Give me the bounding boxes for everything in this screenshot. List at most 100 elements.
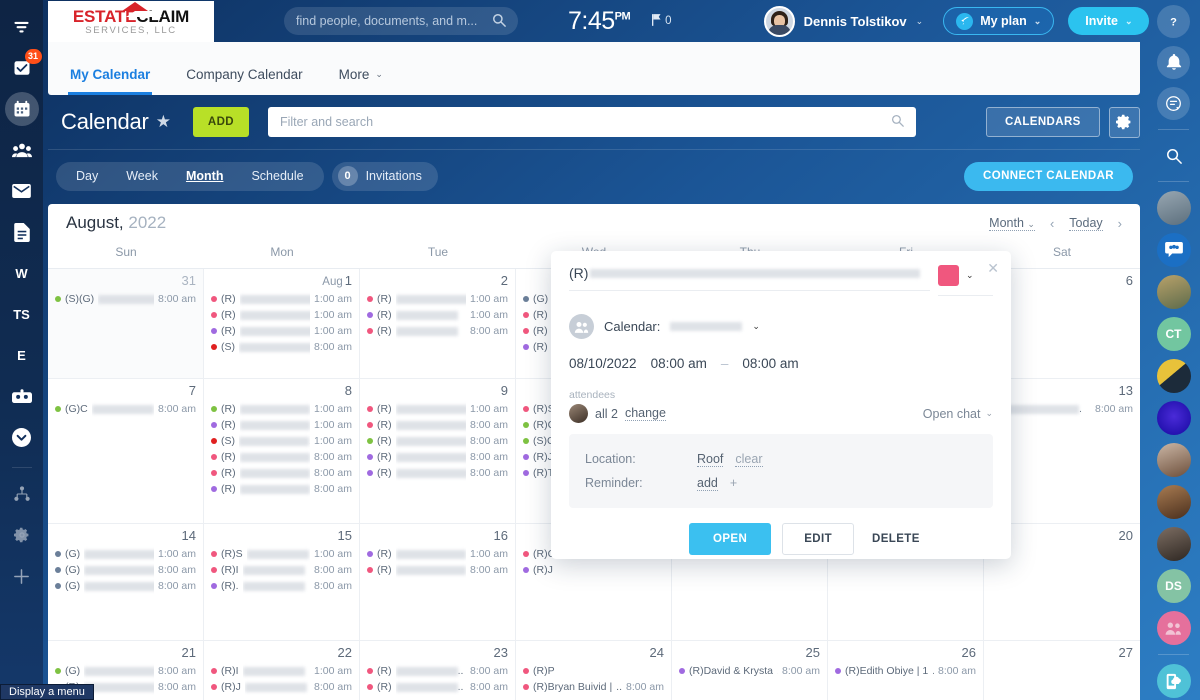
attendees-change-link[interactable]: change: [624, 406, 666, 421]
calendar-event[interactable]: (R) 8:00 am: [367, 449, 508, 465]
calendar-event[interactable]: (R) 8:00 am: [367, 417, 508, 433]
contact-avatar[interactable]: [1156, 401, 1191, 435]
calendar-event[interactable]: (R)J: [523, 562, 664, 578]
sidebar-item-calendar[interactable]: [4, 92, 39, 126]
calendar-event[interactable]: (R) 1:00 am: [211, 401, 352, 417]
calendar-day-cell[interactable]: 7 (G)C|.. 8:00 am: [48, 379, 204, 523]
tab-my-calendar[interactable]: My Calendar: [67, 67, 153, 95]
view-schedule[interactable]: Schedule: [237, 169, 317, 183]
today-button[interactable]: Today: [1069, 216, 1103, 231]
calendar-event[interactable]: (G).8:00 am: [55, 578, 196, 594]
user-menu[interactable]: Dennis Tolstikov ⌄: [763, 5, 923, 37]
calendar-event[interactable]: (R) 8:00 am: [367, 433, 508, 449]
event-title-input[interactable]: (R): [569, 265, 930, 291]
location-value[interactable]: Roof: [697, 452, 724, 467]
star-icon[interactable]: ★: [156, 112, 171, 132]
calendar-event[interactable]: (R)I 8:00 am: [211, 562, 352, 578]
contact-avatar-ct[interactable]: CT: [1156, 317, 1191, 351]
documents-icon[interactable]: [5, 215, 39, 249]
group-chat-avatar[interactable]: [1156, 233, 1191, 267]
calendar-event[interactable]: (R).. 8:00 am: [367, 679, 508, 695]
contacts-icon[interactable]: [5, 133, 39, 167]
contact-avatar[interactable]: [1156, 485, 1191, 519]
open-chat-button[interactable]: Open chat ⌄: [923, 407, 993, 421]
calendar-event[interactable]: (R)...1:00 am: [211, 323, 352, 339]
calendar-day-cell[interactable]: 25 (R)David & Krysta... 8:00 am: [672, 641, 828, 700]
calendar-event[interactable]: (R).. 8:00 am: [367, 663, 508, 679]
contact-avatar[interactable]: [1156, 191, 1191, 225]
flag-counter[interactable]: 0: [652, 13, 672, 29]
calendar-event[interactable]: (R)J 8:00 am: [211, 679, 352, 695]
view-week[interactable]: Week: [112, 169, 172, 183]
gear-icon[interactable]: [1108, 106, 1140, 138]
calendar-event[interactable]: (R)I 1:00 am: [211, 663, 352, 679]
calendar-day-cell[interactable]: 26 (R)Edith Obiye | 1... 8:00 am: [828, 641, 984, 700]
calendar-event[interactable]: (R) 1:00 am: [367, 307, 508, 323]
filter-search-input[interactable]: Filter and search: [267, 107, 916, 137]
range-selector[interactable]: Month ⌄: [989, 216, 1035, 231]
add-plus-icon[interactable]: [5, 559, 39, 593]
event-calendar-row[interactable]: Calendar: ⌄: [569, 314, 993, 339]
calendar-day-cell[interactable]: 15 (R)S 1:00 am (R)I 8:00 am (R). 8:00 am: [204, 524, 360, 640]
mobile-app-icon[interactable]: [1156, 664, 1191, 698]
bot-icon[interactable]: [5, 379, 39, 413]
chat-icon[interactable]: [1157, 87, 1190, 120]
calendar-day-cell[interactable]: 16 (R) 1:00 am (R) 8:00 am: [360, 524, 516, 640]
calendar-event[interactable]: (R) 8:00 am: [211, 481, 352, 497]
tasks-icon[interactable]: 31: [5, 49, 42, 85]
global-search-input[interactable]: find people, documents, and m...: [284, 7, 518, 35]
calendar-event[interactable]: (G)C|.. 8:00 am: [55, 401, 196, 417]
calendar-day-cell[interactable]: 31 (S)(G)..8:00 am: [48, 269, 204, 378]
calendar-day-cell[interactable]: 14(G).1:00 am(G)8:00 am(G).8:00 am: [48, 524, 204, 640]
tab-company-calendar[interactable]: Company Calendar: [186, 67, 302, 95]
calendar-day-cell[interactable]: 9 (R) 1:00 am (R) 8:00 am (R) 8:00 am (R) 8:00 a…: [360, 379, 516, 523]
view-day[interactable]: Day: [62, 169, 112, 183]
calendar-event[interactable]: (S)(G)..8:00 am: [55, 291, 196, 307]
contact-avatar[interactable]: [1156, 275, 1191, 309]
calendar-day-cell[interactable]: 2(R)..1:00 am(R)1:00 am(R)8:00 am: [360, 269, 516, 378]
mail-icon[interactable]: [5, 174, 39, 208]
company-logo[interactable]: ESTATECLAIM SERVICES, LLC: [48, 0, 214, 42]
calendar-event[interactable]: (G)..8:00 am: [55, 663, 196, 679]
contact-avatar[interactable]: [1156, 359, 1191, 393]
calendar-event[interactable]: (G) 8:00 am: [55, 562, 196, 578]
my-plan-button[interactable]: My plan ⌄: [943, 7, 1055, 35]
calendar-event[interactable]: . 8:00 am: [991, 401, 1133, 417]
calendar-event[interactable]: (G).1:00 am: [55, 546, 196, 562]
contact-avatar[interactable]: [1156, 443, 1191, 477]
reminder-add-link[interactable]: add: [697, 476, 718, 491]
contact-avatar-ds[interactable]: DS: [1156, 569, 1191, 603]
tab-more[interactable]: More ⌄: [339, 67, 383, 95]
calendar-event[interactable]: (R) 1:00 am: [367, 546, 508, 562]
invite-button[interactable]: Invite ⌄: [1068, 7, 1150, 35]
calendar-day-cell[interactable]: 22 (R)I 1:00 am (R)J 8:00 am: [204, 641, 360, 700]
calendars-button[interactable]: CALENDARS: [985, 107, 1100, 137]
calendar-event[interactable]: (R) 1:00 am: [367, 401, 508, 417]
calendar-event[interactable]: (R)S 1:00 am: [211, 546, 352, 562]
calendar-day-cell[interactable]: Aug1(R)..1:00 am(R)..1:00 am(R)...1:00 a…: [204, 269, 360, 378]
calendar-event[interactable]: (R)..1:00 am: [211, 307, 352, 323]
calendar-event[interactable]: (R)P: [523, 663, 664, 679]
workspace-w-icon[interactable]: W: [5, 256, 39, 290]
calendar-event[interactable]: (R) 8:00 am: [367, 465, 508, 481]
next-period-button[interactable]: ›: [1118, 216, 1122, 231]
timesheet-ts-icon[interactable]: TS: [5, 297, 39, 331]
calendar-event[interactable]: (S). 1:00 am: [211, 433, 352, 449]
event-color-picker[interactable]: ⌄: [938, 265, 993, 296]
invitations-button[interactable]: 0 Invitations: [331, 161, 438, 191]
calendar-day-cell[interactable]: 8 (R) 1:00 am (R) 1:00 am (S). 1:00 am (R) 8:00 …: [204, 379, 360, 523]
add-button[interactable]: ADD: [192, 107, 249, 137]
notifications-bell-icon[interactable]: [1157, 46, 1190, 79]
sitemap-icon[interactable]: [5, 477, 39, 511]
calendar-event[interactable]: (R)David & Krysta... 8:00 am: [679, 663, 820, 679]
help-icon[interactable]: ?: [1157, 5, 1190, 38]
calendar-event[interactable]: (R)Bryan Buivid |...8:00 am: [523, 679, 664, 695]
open-button[interactable]: OPEN: [689, 523, 772, 555]
contact-avatar[interactable]: [1156, 527, 1191, 561]
calendar-day-cell[interactable]: 27: [984, 641, 1140, 700]
chat-bubble-icon[interactable]: [5, 420, 39, 454]
edit-button[interactable]: EDIT: [782, 523, 854, 555]
calendar-day-cell[interactable]: 24 (R)P (R)Bryan Buivid |...8:00 am: [516, 641, 672, 700]
calendar-event[interactable]: (R) 8:00 am: [211, 449, 352, 465]
close-icon[interactable]: ✕: [987, 260, 999, 277]
